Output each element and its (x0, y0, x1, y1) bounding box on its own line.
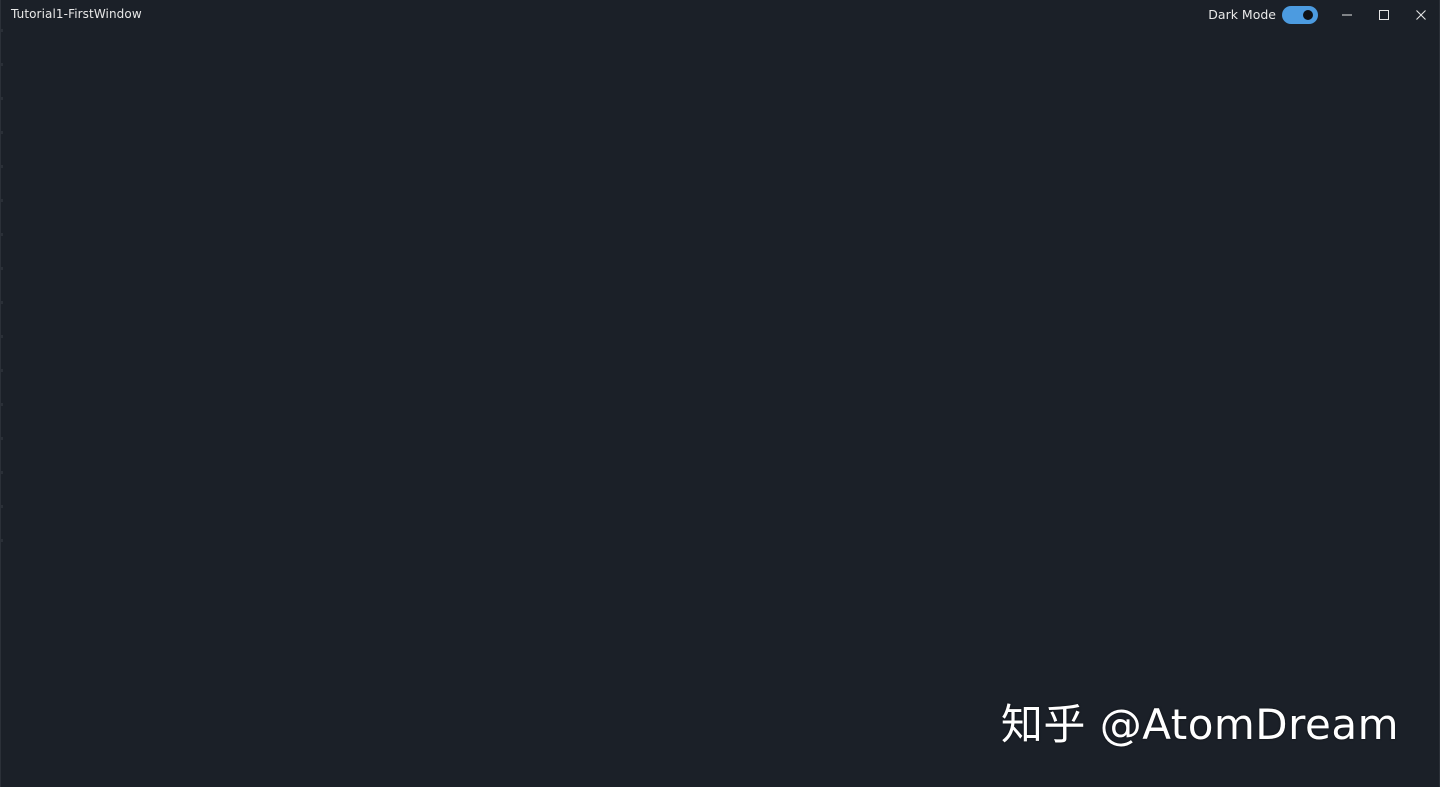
dark-mode-toggle[interactable] (1282, 5, 1318, 24)
minimize-icon (1341, 14, 1352, 15)
maximize-button[interactable] (1365, 0, 1402, 29)
close-button[interactable] (1402, 0, 1439, 29)
window-left-edge (1, 29, 3, 549)
watermark-text: 知乎 @AtomDream (1000, 700, 1399, 749)
app-window: Tutorial1-FirstWindow Dark Mode 知乎 @Atom… (0, 0, 1440, 787)
maximize-icon (1378, 9, 1389, 20)
dark-mode-label: Dark Mode (1208, 6, 1276, 22)
title-bar-controls: Dark Mode (1208, 0, 1439, 29)
minimize-button[interactable] (1328, 0, 1365, 29)
toggle-knob (1303, 9, 1313, 20)
close-icon (1415, 9, 1426, 20)
title-bar[interactable]: Tutorial1-FirstWindow Dark Mode (1, 0, 1439, 29)
window-title: Tutorial1-FirstWindow (11, 7, 142, 21)
